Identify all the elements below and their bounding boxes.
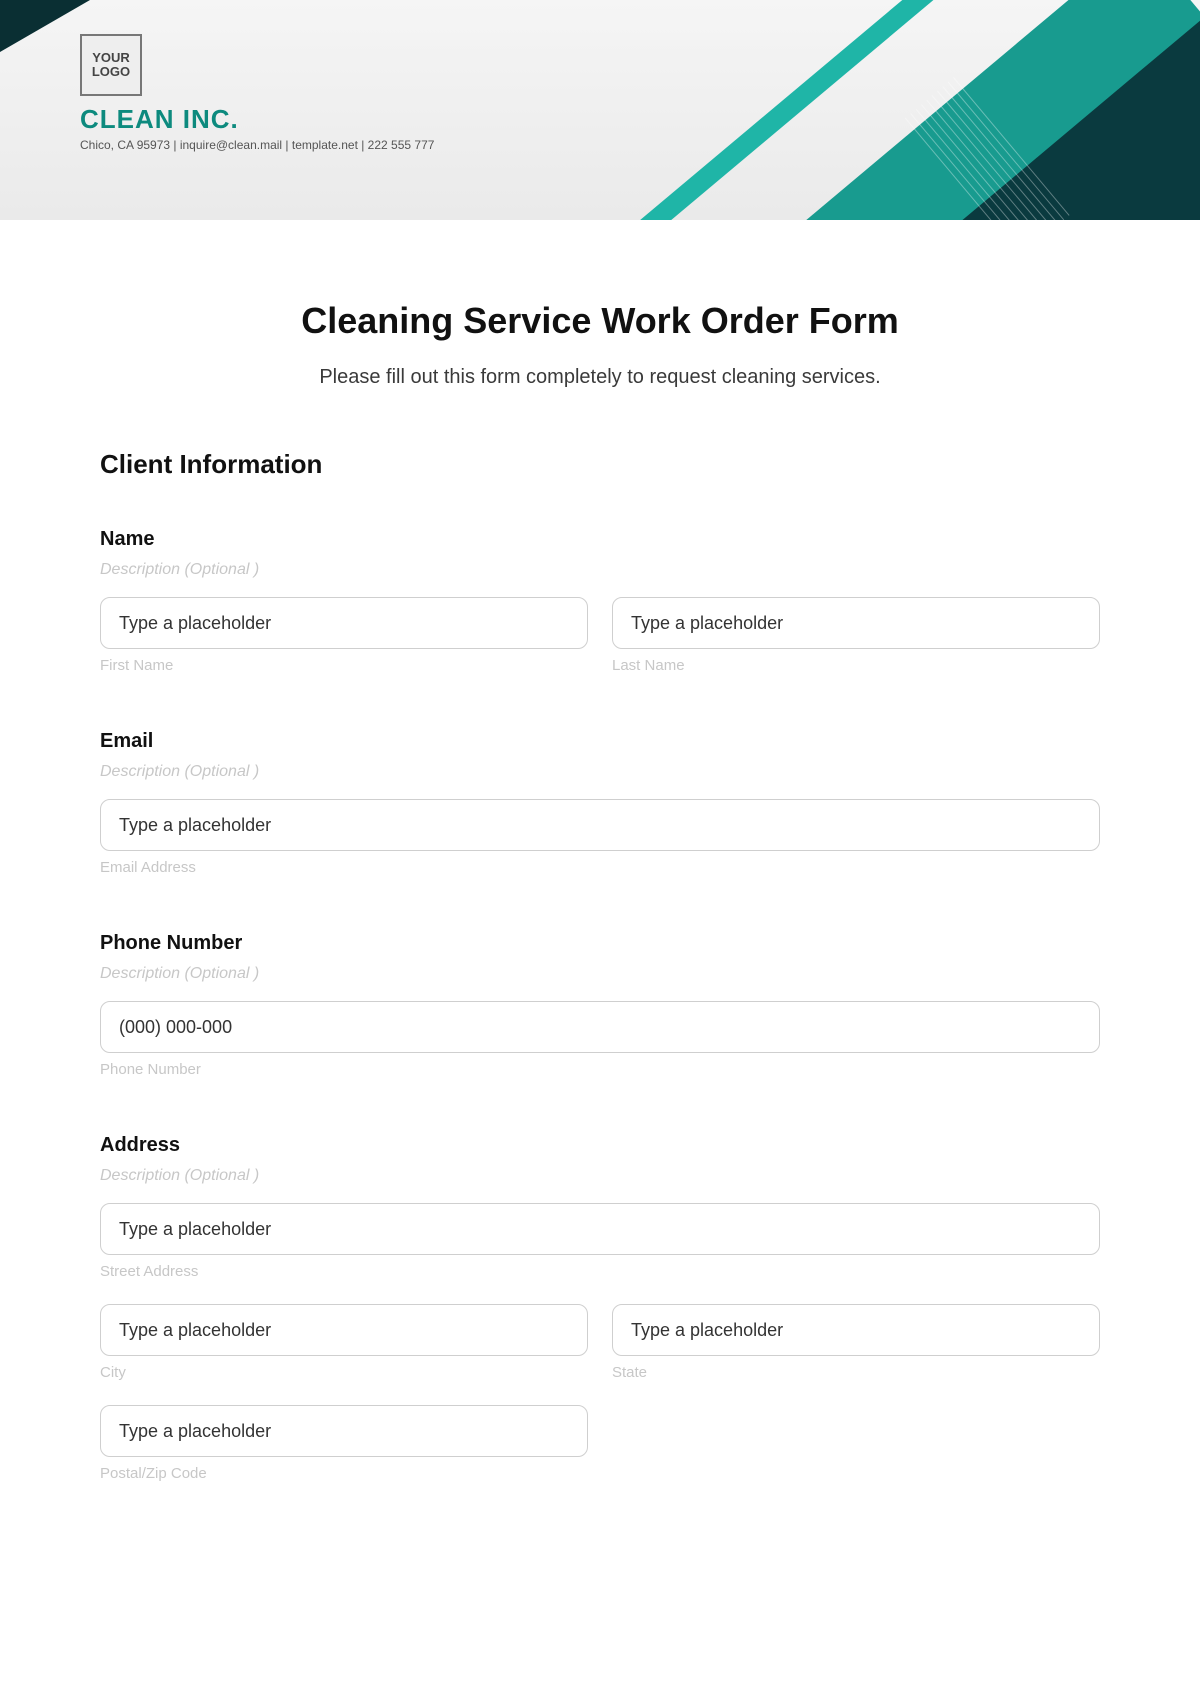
sub-email: Email Address <box>100 859 1100 876</box>
sub-state: State <box>612 1364 1100 1381</box>
logo-placeholder: YOUR LOGO <box>80 34 142 96</box>
sub-first-name: First Name <box>100 657 588 674</box>
email-input[interactable] <box>100 799 1100 851</box>
first-name-input[interactable] <box>100 597 588 649</box>
field-group-address: Address Description (Optional ) Street A… <box>100 1134 1100 1482</box>
field-group-email: Email Description (Optional ) Email Addr… <box>100 730 1100 876</box>
desc-address: Description (Optional ) <box>100 1167 1100 1185</box>
document-header: YOUR LOGO CLEAN INC. Chico, CA 95973 | i… <box>0 0 1200 220</box>
section-client-information: Client Information <box>100 449 1100 480</box>
state-input[interactable] <box>612 1304 1100 1356</box>
label-email: Email <box>100 730 1100 753</box>
zip-input[interactable] <box>100 1405 588 1457</box>
street-address-input[interactable] <box>100 1203 1100 1255</box>
desc-email: Description (Optional ) <box>100 763 1100 781</box>
label-phone: Phone Number <box>100 932 1100 955</box>
phone-input[interactable] <box>100 1001 1100 1053</box>
field-group-phone: Phone Number Description (Optional ) Pho… <box>100 932 1100 1078</box>
label-name: Name <box>100 528 1100 551</box>
company-contact-line: Chico, CA 95973 | inquire@clean.mail | t… <box>80 138 434 152</box>
form-subtitle: Please fill out this form completely to … <box>100 366 1100 389</box>
decor-corner-left <box>0 0 91 70</box>
field-group-name: Name Description (Optional ) First Name … <box>100 528 1100 674</box>
sub-city: City <box>100 1364 588 1381</box>
form-body: Cleaning Service Work Order Form Please … <box>0 220 1200 1482</box>
company-name: CLEAN INC. <box>80 104 239 135</box>
last-name-input[interactable] <box>612 597 1100 649</box>
city-input[interactable] <box>100 1304 588 1356</box>
desc-name: Description (Optional ) <box>100 561 1100 579</box>
desc-phone: Description (Optional ) <box>100 965 1100 983</box>
label-address: Address <box>100 1134 1100 1157</box>
sub-last-name: Last Name <box>612 657 1100 674</box>
sub-zip: Postal/Zip Code <box>100 1465 588 1482</box>
form-title: Cleaning Service Work Order Form <box>100 300 1100 342</box>
sub-street: Street Address <box>100 1263 1100 1280</box>
sub-phone: Phone Number <box>100 1061 1100 1078</box>
